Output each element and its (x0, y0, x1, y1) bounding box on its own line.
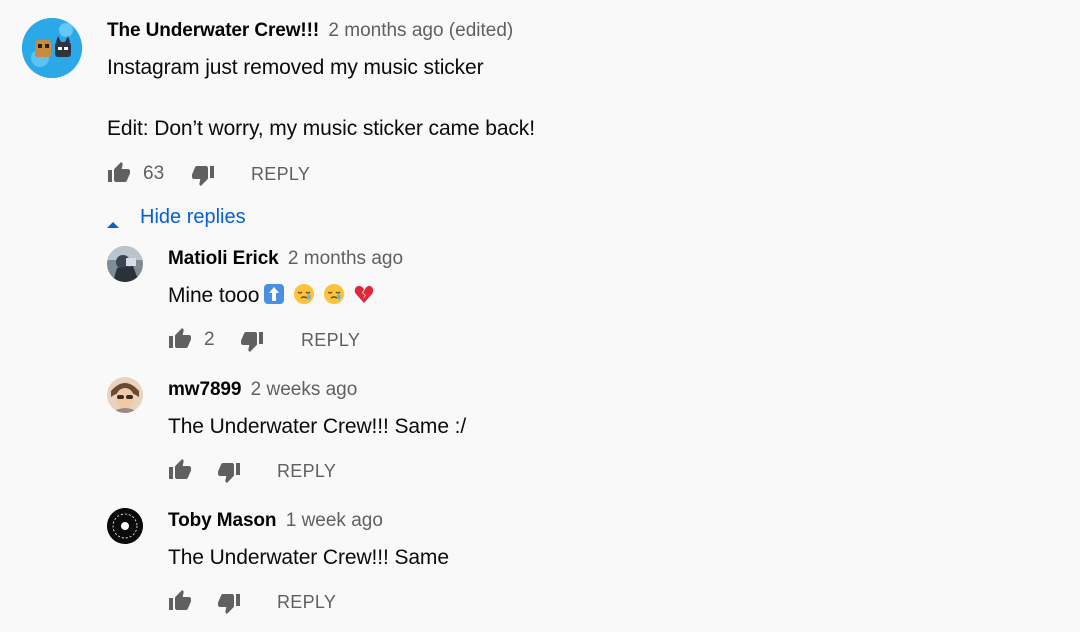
reply-timestamp[interactable]: 2 weeks ago (251, 379, 358, 400)
thumbs-down-icon[interactable] (217, 591, 243, 617)
broken-heart-emoji-icon (353, 283, 375, 313)
reply-button[interactable]: REPLY (277, 589, 336, 615)
thumbs-down-icon[interactable] (240, 329, 266, 355)
reply-action-bar: 2 REPLY (168, 327, 428, 357)
reply-author[interactable]: mw7899 (168, 379, 241, 400)
thumbs-up-icon[interactable] (168, 458, 194, 484)
reply-text: Mine tooo (168, 282, 375, 313)
reply-text: The Underwater Crew!!! Same (168, 546, 449, 569)
thumbs-down-icon[interactable] (191, 163, 217, 189)
thumbs-up-icon[interactable] (168, 327, 194, 353)
reply-action-bar: REPLY (168, 589, 408, 619)
reply-header: mw7899 2 weeks ago (168, 378, 357, 402)
comment-text-line-1: Instagram just removed my music sticker (107, 56, 484, 79)
thumbs-up-icon[interactable] (168, 589, 194, 615)
reply-header: Toby Mason 1 week ago (168, 509, 383, 533)
reply-button[interactable]: REPLY (301, 327, 360, 353)
sleepy-face-emoji-icon (293, 283, 315, 313)
sleepy-face-emoji-icon (323, 283, 345, 313)
up-arrow-emoji-icon (263, 283, 285, 313)
reply-header: Matioli Erick 2 months ago (168, 247, 403, 271)
comment-timestamp[interactable]: 2 months ago (edited) (328, 20, 513, 41)
avatar[interactable] (107, 377, 143, 413)
thumbs-down-icon[interactable] (217, 460, 243, 486)
reply-button[interactable]: REPLY (251, 161, 310, 187)
reply-action-bar: REPLY (168, 458, 408, 488)
reply-author[interactable]: Matioli Erick (168, 248, 279, 269)
comment-header: The Underwater Crew!!! 2 months ago (edi… (107, 19, 513, 43)
caret-up-icon (106, 211, 120, 228)
like-count: 63 (143, 163, 165, 184)
thumbs-up-icon[interactable] (107, 161, 133, 187)
reply-timestamp[interactable]: 2 months ago (288, 248, 403, 269)
reply-button[interactable]: REPLY (277, 458, 336, 484)
avatar[interactable] (22, 18, 82, 78)
reply-text-content: Mine tooo (168, 284, 260, 307)
like-count: 2 (204, 329, 215, 350)
comment-action-bar: 63 REPLY (107, 161, 407, 191)
reply-timestamp[interactable]: 1 week ago (286, 510, 383, 531)
hide-replies-label: Hide replies (140, 206, 246, 228)
avatar[interactable] (107, 508, 143, 544)
comment-author[interactable]: The Underwater Crew!!! (107, 20, 319, 41)
reply-author[interactable]: Toby Mason (168, 510, 277, 531)
reply-text: The Underwater Crew!!! Same :/ (168, 415, 467, 438)
comment-thread: The Underwater Crew!!! 2 months ago (edi… (0, 0, 1080, 632)
avatar[interactable] (107, 246, 143, 282)
comment-text-line-2: Edit: Don’t worry, my music sticker came… (107, 117, 535, 140)
